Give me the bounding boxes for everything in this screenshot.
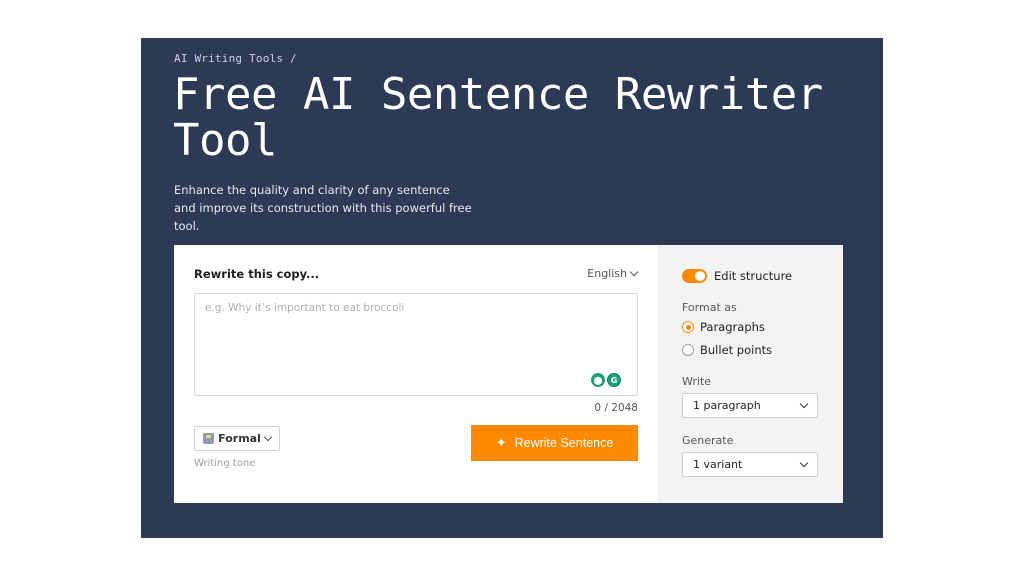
location-icon[interactable]: ⬤ xyxy=(591,373,605,387)
format-option-paragraphs[interactable]: Paragraphs xyxy=(682,320,765,334)
editor-panel: Rewrite this copy... English e.g. Why it… xyxy=(174,245,658,503)
page: AI Writing Tools / Free AI Sentence Rewr… xyxy=(0,0,1024,576)
page-title: Free AI Sentence Rewriter Tool xyxy=(173,69,823,166)
format-option-bullets[interactable]: Bullet points xyxy=(682,343,772,357)
writing-tone-value: Formal xyxy=(218,432,261,445)
write-select-value: 1 paragraph xyxy=(693,399,761,412)
generate-select-value: 1 variant xyxy=(693,458,743,471)
writing-tone-caption: Writing tone xyxy=(194,458,256,469)
options-panel: Edit structure Format as Paragraphs Bull… xyxy=(658,245,843,503)
grammarly-icon[interactable]: G xyxy=(607,373,621,387)
write-label: Write xyxy=(682,375,712,388)
edit-structure-row[interactable]: Edit structure xyxy=(682,269,792,283)
write-select[interactable]: 1 paragraph xyxy=(682,393,818,418)
chevron-down-icon xyxy=(629,267,639,276)
breadcrumb[interactable]: AI Writing Tools / xyxy=(174,52,297,65)
generate-select[interactable]: 1 variant xyxy=(682,452,818,477)
chevron-down-icon xyxy=(263,432,273,441)
format-label: Format as xyxy=(682,301,737,314)
generate-label: Generate xyxy=(682,434,734,447)
edit-structure-toggle[interactable] xyxy=(682,269,707,283)
radio-bullet-points[interactable] xyxy=(682,344,694,356)
rewriter-card: Rewrite this copy... English e.g. Why it… xyxy=(174,245,843,503)
writing-tone-button[interactable]: Formal xyxy=(194,426,280,451)
format-option-label: Bullet points xyxy=(700,343,773,357)
copy-input-placeholder: e.g. Why it’s important to eat broccoli xyxy=(205,302,405,314)
language-dropdown[interactable]: English xyxy=(587,267,639,280)
chevron-down-icon xyxy=(799,399,809,408)
sparkle-icon: ✦ xyxy=(495,435,507,450)
page-subtitle: Enhance the quality and clarity of any s… xyxy=(174,183,472,233)
rewrite-copy-label: Rewrite this copy... xyxy=(194,267,320,281)
tone-icon xyxy=(203,433,215,444)
input-extension-icons: ⬤ G xyxy=(591,373,621,387)
format-option-label: Paragraphs xyxy=(700,320,765,334)
rewrite-sentence-label: Rewrite Sentence xyxy=(514,436,614,450)
radio-paragraphs[interactable] xyxy=(682,321,694,333)
chevron-down-icon xyxy=(799,458,809,467)
rewrite-sentence-button[interactable]: ✦ Rewrite Sentence xyxy=(471,425,638,461)
copy-input[interactable]: e.g. Why it’s important to eat broccoli … xyxy=(194,293,638,396)
language-label: English xyxy=(587,267,627,280)
edit-structure-label: Edit structure xyxy=(714,269,793,283)
character-counter: 0 / 2048 xyxy=(594,402,638,414)
